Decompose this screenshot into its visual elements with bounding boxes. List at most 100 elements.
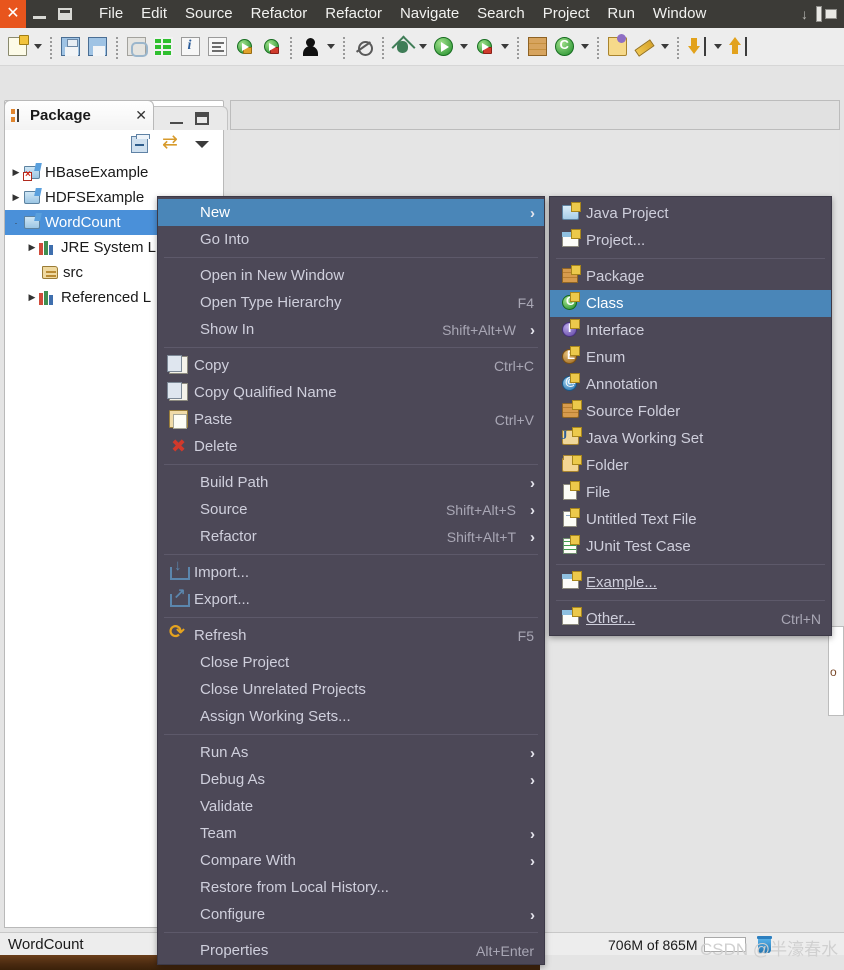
context-menu-item-assign-working-sets[interactable]: Assign Working Sets... xyxy=(158,703,544,730)
context-menu-item-refactor[interactable]: Refactor Shift+Alt+T › xyxy=(158,523,544,550)
context-menu-item-go-into[interactable]: Go Into xyxy=(158,226,544,253)
external-tools-button[interactable] xyxy=(471,33,497,61)
menu-refactor[interactable]: Refactor xyxy=(242,0,317,28)
submenu-item-package[interactable]: Package xyxy=(550,263,831,290)
toggle-breadcrumb-button[interactable] xyxy=(150,33,176,61)
submenu-item-java-project[interactable]: Java Project xyxy=(550,200,831,227)
submenu-item-source-folder[interactable]: Source Folder xyxy=(550,398,831,425)
menu-project[interactable]: Project xyxy=(534,0,599,28)
menu-search[interactable]: Search xyxy=(468,0,534,28)
context-menu-item-restore-from-local-history[interactable]: Restore from Local History... xyxy=(158,874,544,901)
no-edit-button[interactable] xyxy=(350,33,376,61)
expand-arrow-icon[interactable]: · xyxy=(9,218,23,228)
package-explorer-tab[interactable]: Package ✕ xyxy=(4,100,154,130)
context-menu-item-new[interactable]: New › xyxy=(158,199,544,226)
submenu-item-example[interactable]: Example... xyxy=(550,569,831,596)
link-with-editor-icon[interactable] xyxy=(162,131,181,154)
submenu-item-enum[interactable]: Enum xyxy=(550,344,831,371)
submenu-item-class[interactable]: Class xyxy=(550,290,831,317)
new-wizard-button[interactable] xyxy=(4,33,30,61)
menu-overflow-icon[interactable]: ↓ xyxy=(801,6,808,22)
next-annotation-button[interactable] xyxy=(725,33,751,61)
context-menu-item-copy[interactable]: Copy Ctrl+C xyxy=(158,352,544,379)
menu-separator xyxy=(164,617,538,618)
submenu-item-junit-test-case[interactable]: JUnit Test Case xyxy=(550,533,831,560)
context-menu-item-close-project[interactable]: Close Project xyxy=(158,649,544,676)
submenu-item-annotation[interactable]: Annotation xyxy=(550,371,831,398)
skip-breakpoints-dropdown[interactable] xyxy=(324,33,337,61)
view-menu-icon[interactable] xyxy=(195,137,209,151)
skip-breakpoints-button[interactable] xyxy=(297,33,323,61)
format-button[interactable] xyxy=(204,33,230,61)
run-s-icon xyxy=(236,39,252,54)
debug-dropdown[interactable] xyxy=(416,33,429,61)
run-button[interactable] xyxy=(430,33,456,61)
context-menu-item-properties[interactable]: Properties Alt+Enter xyxy=(158,937,544,964)
submenu-item-other[interactable]: Other... Ctrl+N xyxy=(550,605,831,632)
submenu-item-untitled-text-file[interactable]: Untitled Text File xyxy=(550,506,831,533)
expand-arrow-icon[interactable]: ▶ xyxy=(9,192,23,203)
submenu-item-java-working-set[interactable]: Java Working Set xyxy=(550,425,831,452)
minimize-window-button[interactable] xyxy=(26,0,52,28)
run-dropdown[interactable] xyxy=(457,33,470,61)
new-package-button[interactable] xyxy=(524,33,550,61)
submenu-item-folder[interactable]: Folder xyxy=(550,452,831,479)
context-menu-item-run-as[interactable]: Run As › xyxy=(158,739,544,766)
menu-source[interactable]: Source xyxy=(176,0,242,28)
expand-arrow-icon[interactable]: ▶ xyxy=(25,242,39,253)
context-menu-item-source[interactable]: Source Shift+Alt+S › xyxy=(158,496,544,523)
menu-file[interactable]: File xyxy=(90,0,132,28)
javadoc-button[interactable] xyxy=(177,33,203,61)
new-wizard-dropdown[interactable] xyxy=(31,33,44,61)
previous-annotation-dropdown[interactable] xyxy=(711,33,724,61)
submenu-item-interface[interactable]: Interface xyxy=(550,317,831,344)
maximize-view-icon[interactable] xyxy=(194,112,209,125)
submenu-item-project[interactable]: Project... xyxy=(550,227,831,254)
context-menu-item-copy-qualified-name[interactable]: Copy Qualified Name xyxy=(158,379,544,406)
external-tools-dropdown[interactable] xyxy=(498,33,511,61)
menu-refactor-2[interactable]: Refactor xyxy=(316,0,391,28)
minimize-view-icon[interactable] xyxy=(169,113,183,124)
save-all-button[interactable] xyxy=(84,33,110,61)
context-menu-item-compare-with[interactable]: Compare With › xyxy=(158,847,544,874)
open-type-button[interactable] xyxy=(604,33,630,61)
expand-arrow-icon[interactable]: ▶ xyxy=(9,167,23,178)
context-menu-item-open-in-new-window[interactable]: Open in New Window xyxy=(158,262,544,289)
perspective-switcher-icon[interactable] xyxy=(816,5,838,23)
context-menu-item-debug-as[interactable]: Debug As › xyxy=(158,766,544,793)
tree-row-hbaseexample[interactable]: ▶ HBaseExample xyxy=(5,160,223,185)
close-tab-icon[interactable]: ✕ xyxy=(135,107,147,124)
save-button[interactable] xyxy=(57,33,83,61)
search-button[interactable] xyxy=(631,33,657,61)
maximize-window-button[interactable] xyxy=(52,0,78,28)
context-menu-item-delete[interactable]: ✖ Delete xyxy=(158,433,544,460)
menu-navigate[interactable]: Navigate xyxy=(391,0,468,28)
menu-window[interactable]: Window xyxy=(644,0,715,28)
context-menu-item-refresh[interactable]: Refresh F5 xyxy=(158,621,544,649)
run-ee-button[interactable] xyxy=(258,33,284,61)
context-menu-item-import[interactable]: Import... xyxy=(158,557,544,586)
context-menu-item-close-unrelated-projects[interactable]: Close Unrelated Projects xyxy=(158,676,544,703)
run-server-button[interactable] xyxy=(231,33,257,61)
expand-arrow-icon[interactable]: ▶ xyxy=(25,292,39,303)
context-menu-item-export[interactable]: Export... xyxy=(158,585,544,613)
context-menu-item-open-type-hierarchy[interactable]: Open Type Hierarchy F4 xyxy=(158,289,544,316)
menu-edit[interactable]: Edit xyxy=(132,0,176,28)
debug-button[interactable] xyxy=(389,33,415,61)
link-with-editor-button[interactable] xyxy=(123,33,149,61)
menu-run[interactable]: Run xyxy=(598,0,644,28)
context-menu-item-paste[interactable]: Paste Ctrl+V xyxy=(158,406,544,433)
context-menu-item-show-in[interactable]: Show In Shift+Alt+W › xyxy=(158,316,544,343)
submenu-item-file[interactable]: File xyxy=(550,479,831,506)
context-menu-item-build-path[interactable]: Build Path › xyxy=(158,469,544,496)
collapse-all-icon[interactable] xyxy=(131,133,150,153)
context-menu-item-configure[interactable]: Configure › xyxy=(158,901,544,928)
new-class-dropdown[interactable] xyxy=(578,33,591,61)
toolbar-separator xyxy=(381,34,384,59)
new-class-button[interactable] xyxy=(551,33,577,61)
context-menu-item-team[interactable]: Team › xyxy=(158,820,544,847)
context-menu-item-validate[interactable]: Validate xyxy=(158,793,544,820)
search-dropdown[interactable] xyxy=(658,33,671,61)
close-window-button[interactable]: ✕ xyxy=(0,0,26,28)
previous-annotation-button[interactable] xyxy=(684,33,710,61)
